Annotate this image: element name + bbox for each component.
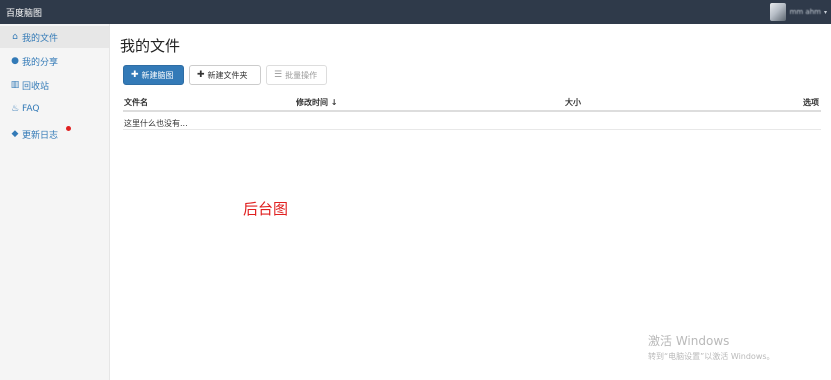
trash-icon: ▥ [10,80,20,90]
sidebar-item-label: 我的分享 [22,57,59,68]
top-navbar: 百度脑图 mm ahm ▾ [0,0,831,24]
sidebar-item-my-files[interactable]: ⌂ 我的文件 [0,26,109,48]
plus-icon: ✚ [131,70,139,80]
notification-badge [66,126,71,131]
new-mindmap-label: 新建脑图 [141,70,174,80]
batch-operation-label: 批量操作 [285,70,318,80]
user-name[interactable]: mm ahm [790,8,821,16]
file-table-header: 文件名 修改时间 ↓ 大小 选项 [123,94,821,112]
fire-icon: ♨ [10,104,20,114]
sort-arrow-down-icon: ↓ [330,98,338,107]
column-header-size[interactable]: 大小 [565,97,581,108]
sidebar-item-faq[interactable]: ♨ FAQ [0,98,109,120]
list-icon: ☰ [274,70,283,80]
home-icon: ⌂ [12,32,18,42]
avatar[interactable] [769,3,786,21]
sidebar-item-my-shares[interactable]: ● 我的分享 [0,50,109,72]
batch-operation-button[interactable]: ☰ 批量操作 [266,65,327,85]
column-header-mtime-label: 修改时间 [296,98,328,107]
annotation-label: 后台图 [243,200,289,218]
watermark-title: 激活 Windows [648,334,730,348]
sidebar: ⌂ 我的文件 ● 我的分享 ▥ 回收站 ♨ FAQ ◆ 更新日志 [0,24,110,380]
new-folder-button[interactable]: ✚ 新建文件夹 [189,65,261,85]
watermark-subtitle: 转到“电脑设置”以激活 Windows。 [648,352,775,361]
column-header-mtime[interactable]: 修改时间 ↓ [296,97,338,108]
sidebar-item-label: FAQ [22,104,40,114]
page-title: 我的文件 [120,37,181,55]
column-header-options: 选项 [803,98,819,107]
sidebar-item-label: 更新日志 [22,130,59,141]
user-menu[interactable]: mm ahm ▾ [769,2,827,22]
tags-icon: ◆ [11,129,19,139]
sidebar-item-changelog[interactable]: ◆ 更新日志 [0,123,109,145]
brand-logo[interactable]: 百度脑图 [6,6,42,19]
main-content: 我的文件 ✚ 新建脑图 ✚ 新建文件夹 ☰ 批量操作 文件名 修改时间 ↓ 大小… [110,24,831,380]
sidebar-item-label: 回收站 [22,81,50,92]
sidebar-item-recycle-bin[interactable]: ▥ 回收站 [0,74,109,96]
windows-activation-watermark: 激活 Windows 转到“电脑设置”以激活 Windows。 [648,332,775,362]
plus-icon: ✚ [197,70,205,80]
globe-icon: ● [11,56,19,66]
sidebar-item-label: 我的文件 [22,33,59,44]
new-folder-label: 新建文件夹 [207,70,248,80]
empty-state-text: 这里什么也没有... [123,112,821,130]
new-mindmap-button[interactable]: ✚ 新建脑图 [123,65,184,85]
caret-down-icon[interactable]: ▾ [824,9,827,16]
column-header-name[interactable]: 文件名 [124,97,148,108]
